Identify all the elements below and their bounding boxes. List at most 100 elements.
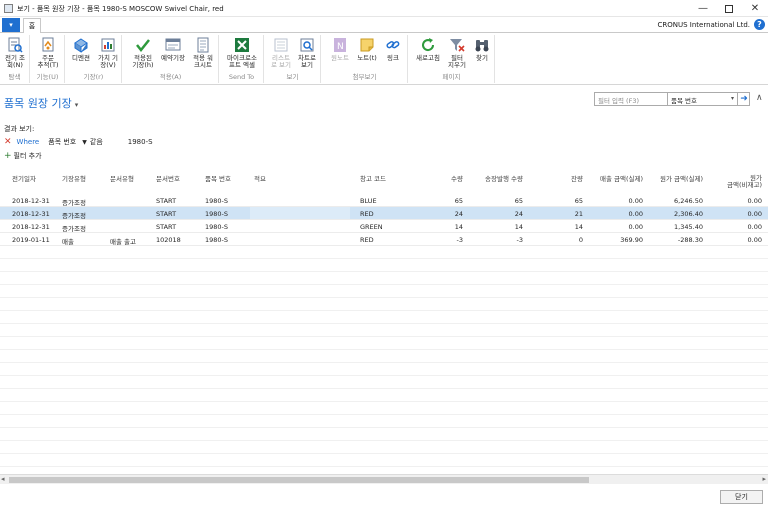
collapse-chevron-icon[interactable]: ∧ bbox=[756, 93, 763, 103]
table-cell: 매출 bbox=[62, 238, 74, 246]
scroll-left-icon[interactable]: ◂ bbox=[1, 475, 5, 483]
selected-description-cell[interactable] bbox=[250, 207, 350, 219]
table-cell: GREEN bbox=[360, 223, 383, 231]
where-label: Where bbox=[16, 138, 40, 146]
chart-view-button[interactable]: 차트로 보기 bbox=[294, 35, 320, 73]
navigate-button[interactable]: 전기 조 회(N) bbox=[1, 35, 29, 73]
empty-row bbox=[0, 324, 768, 337]
table-cell: 0.00 bbox=[628, 223, 643, 231]
reservation-icon bbox=[165, 37, 181, 53]
excel-icon bbox=[234, 37, 250, 53]
table-header: 전기일자 기장유형 문서유형 문서번호 품목 번호 적요 창고 코드 수량 송장발행 수량 잔량 매… bbox=[0, 172, 768, 192]
table-row[interactable]: 2018-12-31 증가조정 START 1980-S GREEN 14 14 14 0.00… bbox=[0, 220, 768, 233]
find-button[interactable]: 찾기 bbox=[470, 35, 494, 73]
column-header[interactable]: 적요 bbox=[254, 176, 266, 183]
ribbon-group-entries: 디멘젼 가치 기 장(V) 기장(r) bbox=[66, 35, 122, 83]
list-view-button[interactable]: 리스트 로 보기 bbox=[268, 35, 294, 73]
column-header[interactable]: 송장발행 수량 bbox=[485, 176, 523, 183]
empty-row bbox=[0, 376, 768, 389]
column-header[interactable]: 전기일자 bbox=[12, 176, 36, 183]
column-header[interactable]: 매출 금액(실제) bbox=[600, 176, 643, 183]
table-cell: 65 bbox=[454, 197, 463, 205]
list-view-icon bbox=[273, 37, 289, 53]
table-cell: -3 bbox=[516, 236, 523, 244]
where-value[interactable]: 1980-S bbox=[128, 138, 153, 146]
empty-row bbox=[0, 428, 768, 441]
tab-home[interactable]: 홈 bbox=[23, 18, 41, 33]
svg-text:N: N bbox=[337, 42, 344, 52]
value-entries-button[interactable]: 가치 기 장(V) bbox=[95, 35, 121, 73]
table-cell: START bbox=[156, 197, 177, 205]
chevron-down-icon: ▾ bbox=[74, 101, 79, 109]
empty-row bbox=[0, 337, 768, 350]
table-row[interactable]: 2018-12-31 증가조정 START 1980-S RED 24 24 21 0.00 2,… bbox=[0, 207, 768, 220]
add-filter-link[interactable]: + 필터 추가 bbox=[4, 151, 42, 161]
column-header[interactable]: 품목 번호 bbox=[205, 176, 231, 183]
onenote-button[interactable]: N 원노트 bbox=[326, 35, 354, 73]
filter-input[interactable]: 필터 입력 (F3) bbox=[598, 95, 639, 105]
where-field[interactable]: 품목 번호 bbox=[48, 137, 76, 147]
ribbon-group-functions: 주문 추적(T) 기능(U) bbox=[31, 35, 65, 83]
title-bar: 보기 - 품목 원장 기장 - 품목 1980-S MOSCOW Swivel … bbox=[0, 0, 768, 17]
table-row[interactable]: 2018-12-31 증가조정 START 1980-S BLUE 65 65 65 0.00 6… bbox=[0, 194, 768, 207]
app-menu-button[interactable]: ▾ bbox=[2, 18, 20, 32]
scroll-right-icon[interactable]: ▸ bbox=[762, 475, 766, 483]
column-header[interactable]: 창고 코드 bbox=[360, 176, 386, 183]
ribbon-group-attachments: N 원노트 노트(t) 링크 첨부보기 bbox=[322, 35, 408, 83]
column-header[interactable]: 원가 금액(비재고) bbox=[727, 175, 762, 189]
remove-filter-icon[interactable]: ✕ bbox=[4, 137, 12, 147]
order-tracking-icon bbox=[40, 37, 56, 53]
chevron-down-icon[interactable]: ▼ bbox=[82, 139, 87, 146]
table-cell: RED bbox=[360, 210, 374, 218]
application-worksheet-button[interactable]: 적용 워 크시트 bbox=[188, 35, 218, 73]
maximize-button[interactable] bbox=[716, 0, 742, 17]
column-header[interactable]: 문서유형 bbox=[110, 176, 134, 183]
column-header[interactable]: 문서번호 bbox=[156, 176, 180, 183]
link-button[interactable]: 링크 bbox=[380, 35, 406, 73]
dimensions-icon bbox=[73, 37, 89, 53]
table-cell: 매출 출고 bbox=[110, 238, 136, 246]
where-operator: 같음 bbox=[89, 138, 103, 146]
table-cell: 2018-12-31 bbox=[12, 223, 50, 231]
ribbon-group-view: 리스트 로 보기 차트로 보기 보기 bbox=[265, 35, 321, 83]
close-button[interactable]: 닫기 bbox=[720, 490, 763, 504]
chevron-down-icon: ▾ bbox=[730, 95, 734, 102]
filter-field-select[interactable]: 품목 번호 ▾ bbox=[667, 93, 737, 105]
dimensions-button[interactable]: 디멘젼 bbox=[69, 35, 93, 73]
empty-row bbox=[0, 454, 768, 467]
table-cell: 2,306.40 bbox=[674, 210, 703, 218]
table-row[interactable]: 2019-01-11 매출 매출 출고 102018 1980-S RED -3 -3 0 369… bbox=[0, 233, 768, 246]
ribbon-group-navigate: 전기 조 회(N) 탐색 bbox=[0, 35, 30, 83]
horizontal-scrollbar[interactable]: ◂ ▸ bbox=[0, 474, 768, 484]
column-header[interactable]: 잔량 bbox=[571, 176, 583, 183]
column-header[interactable]: 원가 금액(실제) bbox=[660, 176, 703, 183]
ribbon-group-application: 적용된 기장(h) 예약기장 적용 워 크시트 적용(A) bbox=[123, 35, 219, 83]
table-cell: 0.00 bbox=[628, 197, 643, 205]
filter-go-arrow-icon[interactable]: ➜ bbox=[737, 93, 750, 105]
binoculars-icon bbox=[474, 37, 490, 53]
excel-button[interactable]: 마이크로소 프트 엑셀 bbox=[222, 35, 262, 73]
link-icon bbox=[385, 37, 401, 53]
column-header[interactable]: 기장유형 bbox=[62, 176, 86, 183]
table-cell: 0.00 bbox=[747, 236, 762, 244]
reservation-button[interactable]: 예약기장 bbox=[158, 35, 188, 73]
table-cell: 14 bbox=[454, 223, 463, 231]
clear-filter-button[interactable]: 필터 지우기 bbox=[444, 35, 470, 73]
applied-entries-button[interactable]: 적용된 기장(h) bbox=[128, 35, 158, 73]
column-header[interactable]: 수량 bbox=[451, 176, 463, 183]
help-icon[interactable]: ? bbox=[754, 19, 765, 30]
table-cell: 1,345.40 bbox=[674, 223, 703, 231]
refresh-button[interactable]: 새로고침 bbox=[412, 35, 444, 73]
empty-row bbox=[0, 389, 768, 402]
close-window-button[interactable]: ✕ bbox=[742, 0, 768, 17]
note-icon bbox=[359, 37, 375, 53]
empty-row bbox=[0, 363, 768, 376]
order-tracking-button[interactable]: 주문 추적(T) bbox=[34, 35, 62, 73]
empty-row bbox=[0, 311, 768, 324]
filter-box: 필터 입력 (F3) 품목 번호 ▾ ➜ bbox=[594, 92, 750, 106]
empty-row bbox=[0, 441, 768, 454]
scrollbar-thumb[interactable] bbox=[9, 477, 589, 483]
page-title[interactable]: 품목 원장 기장 ▾ bbox=[4, 95, 78, 111]
note-button[interactable]: 노트(t) bbox=[354, 35, 380, 73]
minimize-button[interactable]: — bbox=[690, 0, 716, 17]
